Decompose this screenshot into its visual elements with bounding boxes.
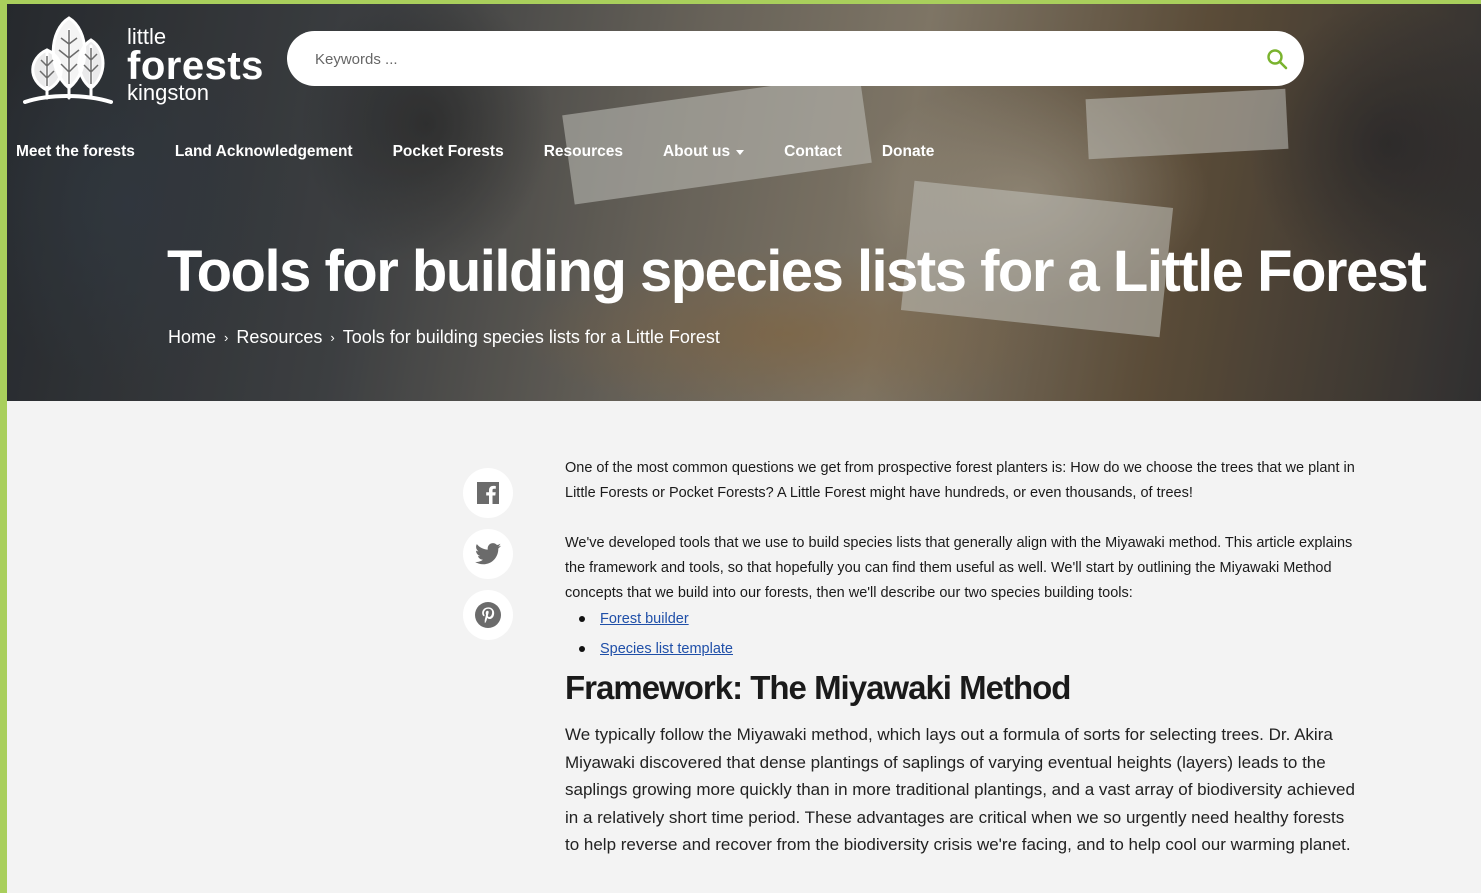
search-input[interactable]: [313, 31, 1217, 88]
forest-builder-link[interactable]: Forest builder: [600, 611, 689, 627]
page-title: Tools for building species lists for a L…: [167, 239, 1427, 304]
page: little forests kingston Meet the forests…: [7, 4, 1481, 893]
nav-item-land-acknowledgement[interactable]: Land Acknowledgement: [175, 140, 353, 164]
nav-item-contact[interactable]: Contact: [784, 140, 842, 164]
pinterest-icon: [475, 602, 501, 628]
hero-banner: little forests kingston Meet the forests…: [7, 4, 1481, 401]
nav-item-meet-the-forests[interactable]: Meet the forests: [16, 140, 135, 164]
share-pinterest-button[interactable]: [463, 590, 513, 640]
tools-list: Forest builder Species list template: [565, 607, 1355, 667]
share-twitter-button[interactable]: [463, 529, 513, 579]
nav-label: Contact: [784, 143, 842, 160]
main-nav: Meet the forests Land Acknowledgement Po…: [16, 140, 974, 164]
breadcrumb-separator: ›: [224, 330, 229, 345]
list-item: Forest builder: [565, 607, 1355, 637]
species-list-template-link[interactable]: Species list template: [600, 641, 733, 657]
nav-label: Pocket Forests: [392, 143, 504, 160]
intro-paragraph: One of the most common questions we get …: [565, 460, 1355, 501]
breadcrumb-resources[interactable]: Resources: [236, 327, 322, 348]
miyawaki-paragraph: We typically follow the Miyawaki method,…: [565, 725, 1355, 854]
article-body: One of the most common questions we get …: [565, 456, 1355, 859]
facebook-icon: [477, 482, 499, 504]
breadcrumb: Home › Resources › Tools for building sp…: [168, 327, 720, 348]
nav-label: Donate: [881, 143, 935, 160]
nav-label: About us: [662, 143, 731, 160]
twitter-icon: [475, 543, 501, 565]
breadcrumb-home[interactable]: Home: [168, 327, 216, 348]
caret-down-icon: [736, 149, 745, 155]
tree-logo-icon: [23, 16, 113, 104]
tools-paragraph: We've developed tools that we use to bui…: [565, 535, 1353, 601]
nav-item-donate[interactable]: Donate: [882, 140, 935, 164]
breadcrumb-current: Tools for building species lists for a L…: [342, 327, 720, 347]
nav-label: Land Acknowledgement: [174, 143, 353, 160]
share-facebook-button[interactable]: [463, 468, 513, 518]
nav-item-about-us[interactable]: About us: [662, 140, 745, 164]
site-logo[interactable]: little forests kingston: [19, 10, 269, 110]
nav-label: Meet the forests: [16, 143, 135, 160]
nav-item-pocket-forests[interactable]: Pocket Forests: [393, 140, 504, 164]
nav-label: Resources: [543, 143, 623, 160]
list-item: Species list template: [565, 637, 1355, 667]
section-heading: Framework: The Miyawaki Method: [565, 669, 1071, 706]
search-bar: [287, 31, 1304, 88]
breadcrumb-separator: ›: [330, 330, 335, 345]
nav-item-resources[interactable]: Resources: [544, 140, 623, 164]
logo-wordmark: little forests kingston: [127, 26, 264, 104]
search-icon[interactable]: [1266, 48, 1288, 70]
